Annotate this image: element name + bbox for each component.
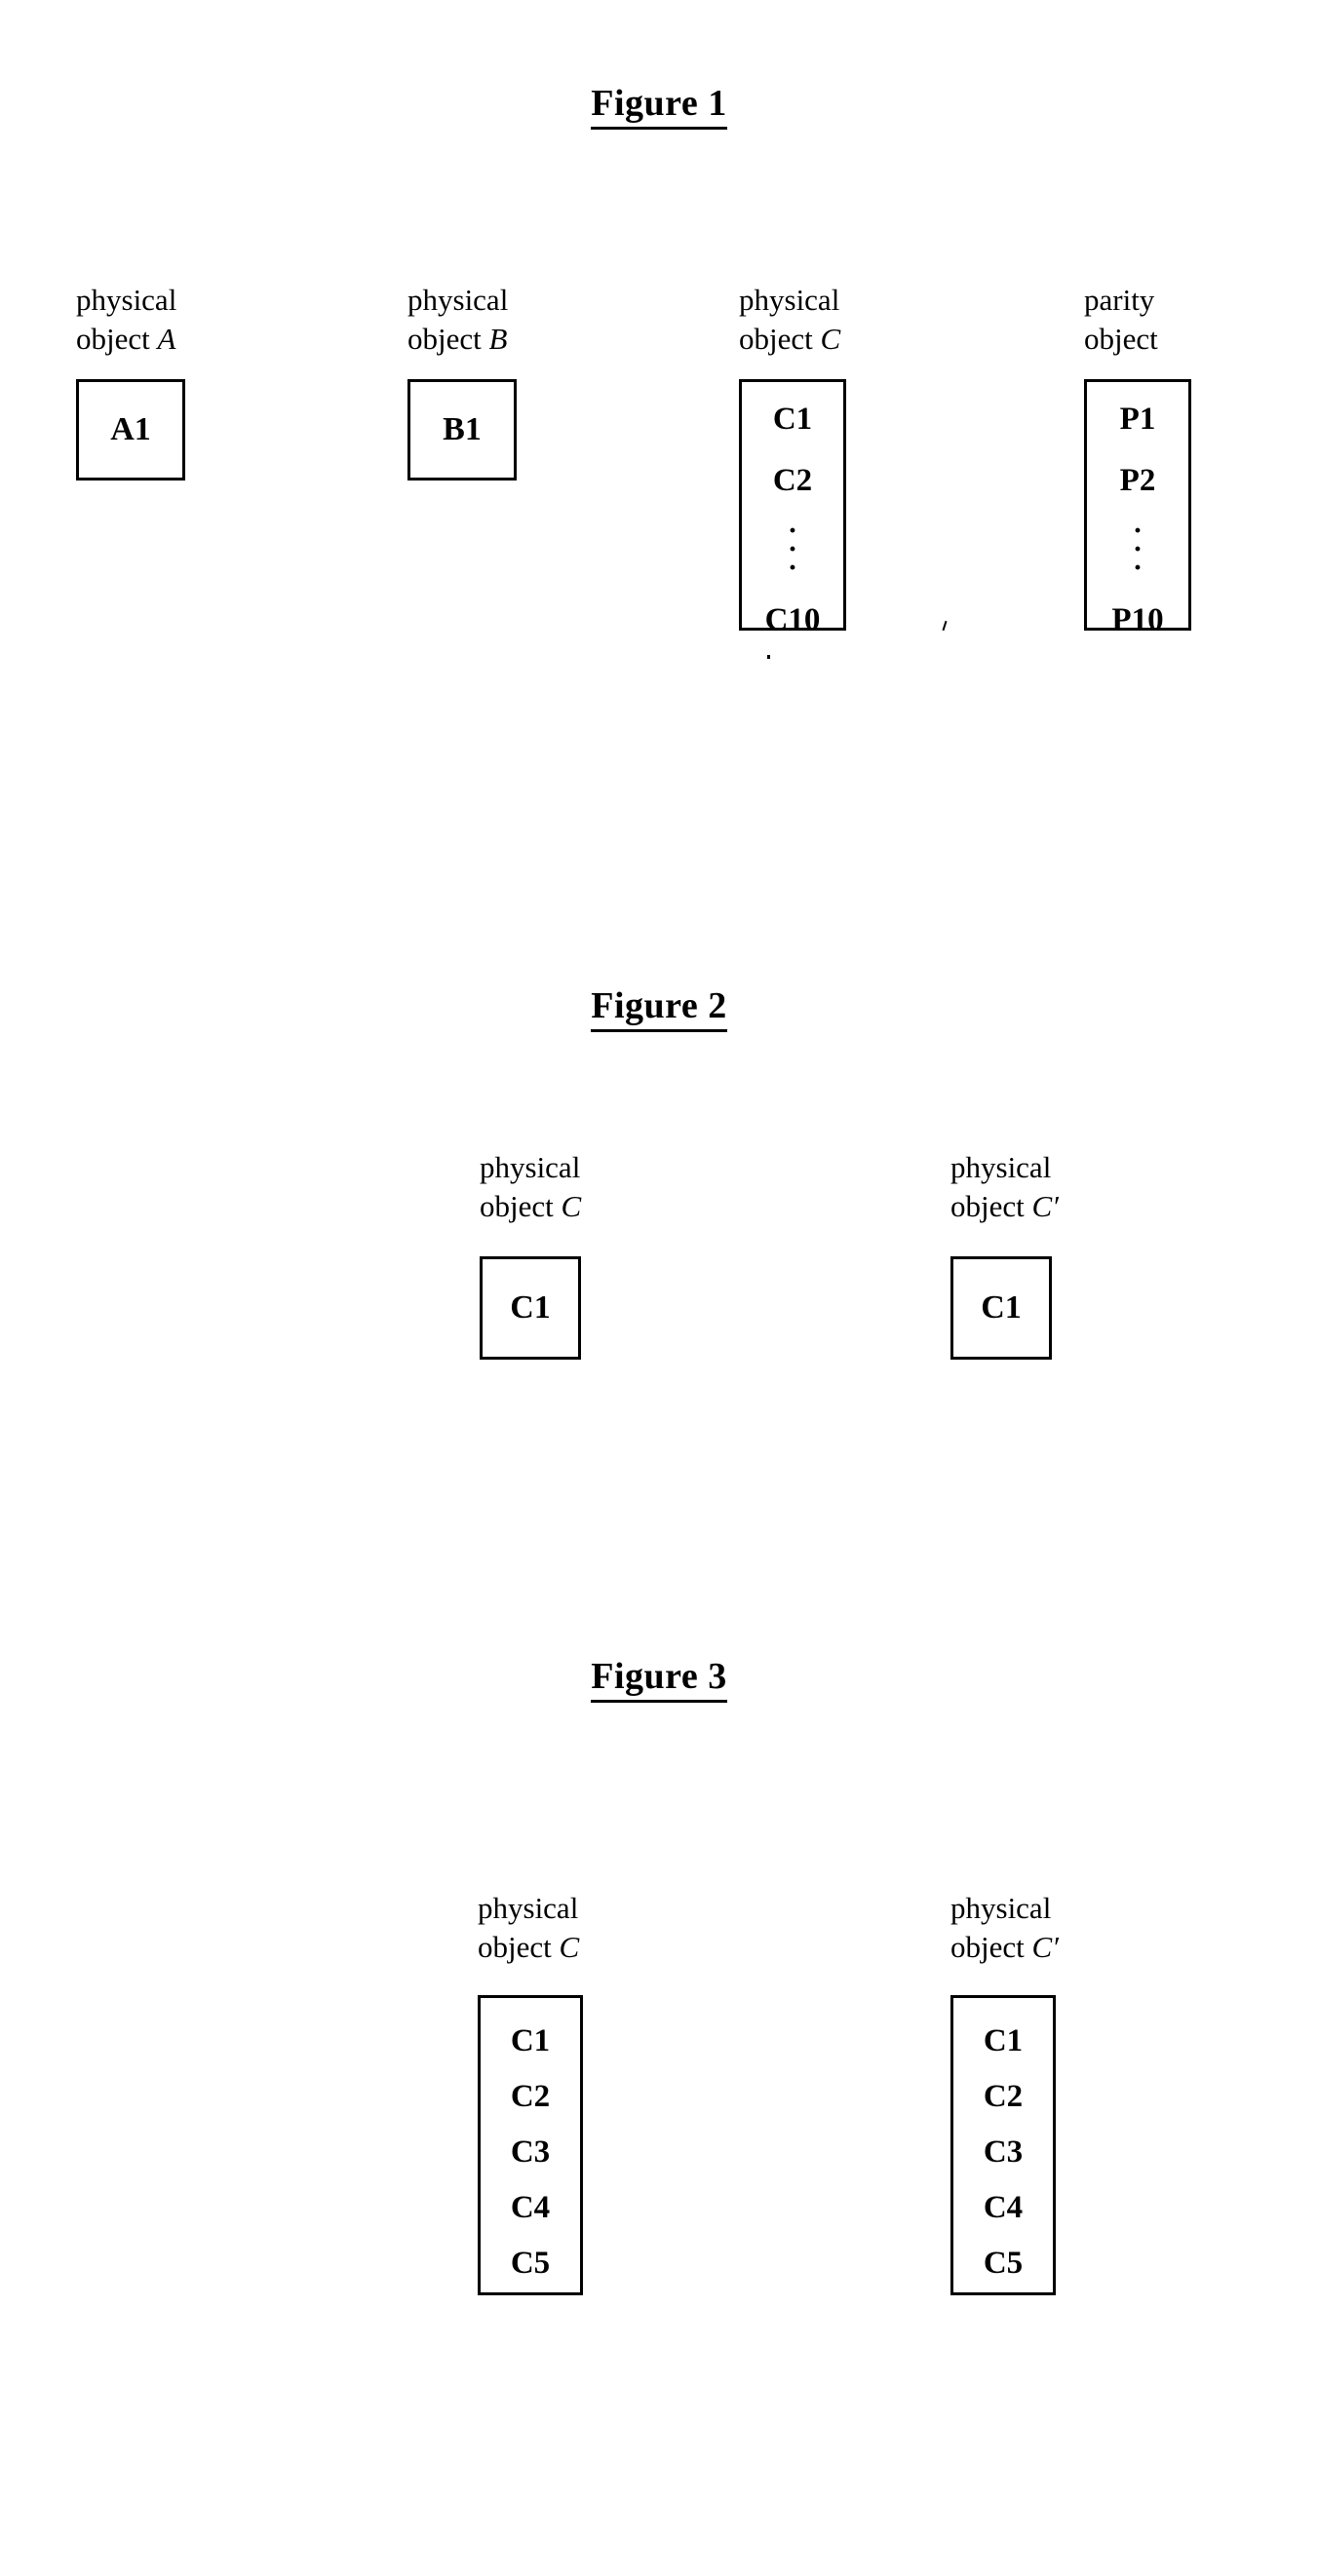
figure-1-label-object-a: physical object A	[76, 281, 261, 358]
figure-1-label-object-c: physical object C	[739, 281, 934, 358]
figure-1-label-parity-object-line1: parity	[1084, 283, 1155, 317]
figure-1-label-object-b-line1: physical	[407, 283, 509, 317]
figure-2-title: Figure 2	[0, 984, 1318, 1032]
figure-1-box-parity-object-cell-2: P2	[1119, 463, 1156, 499]
figure-2-label-object-c-line1: physical	[480, 1150, 581, 1184]
figure-1-box-parity-object: P1 P2 · · · P10	[1084, 379, 1191, 636]
figure-1-label-object-b: physical object B	[407, 281, 593, 358]
figure-3-column-object-c-prime: physical object C′ C1 C2 C3 C4 C5	[950, 1889, 1155, 2296]
figure-3-label-object-c-line2: object C	[478, 1929, 580, 1964]
figure-1-label-object-c-line2: object C	[739, 321, 841, 356]
figure-1-box-parity-object-vertical-ellipsis-icon: · · ·	[1132, 515, 1143, 584]
figure-2-label-object-c-prime-line2: object C′	[950, 1188, 1059, 1223]
figure-1-box-object-a: A1	[76, 379, 185, 481]
figure-2-box-object-c: C1	[480, 1256, 581, 1361]
figure-2-label-object-c-prime-line1: physical	[950, 1150, 1052, 1184]
figure-3-label-object-c-line1: physical	[478, 1891, 579, 1925]
figure-2-label-object-c-prime: physical object C′	[950, 1148, 1145, 1225]
figure-1-label-object-b-line2: object B	[407, 321, 508, 356]
figure-3-label-object-c-prime-line1: physical	[950, 1891, 1052, 1925]
figure-1-box-object-c-vertical-ellipsis-icon: · · ·	[787, 515, 797, 584]
figure-3-box-object-c-prime-cell-2: C2	[983, 2079, 1024, 2115]
figure-1-column-object-b: physical object B B1	[407, 281, 593, 481]
figure-3-box-object-c-cell-2: C2	[510, 2079, 551, 2115]
figure-1-column-parity-object: parity object P1 P2 · · · P10	[1084, 281, 1279, 636]
figure-3-box-object-c-prime-cell-5: C5	[983, 2246, 1024, 2282]
figure-1-title: Figure 1	[0, 82, 1318, 130]
figure-1-label-object-c-line1: physical	[739, 283, 840, 317]
figure-1-box-object-a-cell-1: A1	[110, 411, 151, 448]
figure-1-label-object-a-line2: object A	[76, 321, 176, 356]
figure-2-box-object-c-prime-cell-1: C1	[981, 1289, 1022, 1326]
figure-1-title-text: Figure 1	[591, 82, 727, 130]
figure-3-column-object-c: physical object C C1 C2 C3 C4 C5	[478, 1889, 682, 2296]
figure-1-label-parity-object-line2: object	[1084, 321, 1158, 356]
figure-1-box-parity-object-cell-3: P10	[1111, 602, 1164, 638]
figure-2-box-object-c-cell-1: C1	[510, 1289, 551, 1326]
figure-3-box-object-c-cell-5: C5	[510, 2246, 551, 2282]
figure-3-box-object-c-prime-cell-1: C1	[983, 2023, 1024, 2059]
figure-3-box-object-c-cell-3: C3	[510, 2134, 551, 2171]
figure-1-label-parity-object: parity object	[1084, 281, 1279, 358]
figure-3-box-object-c-cell-1: C1	[510, 2023, 551, 2059]
figure-2-box-object-c-prime: C1	[950, 1256, 1052, 1361]
figure-1-box-parity-object-cell-1: P1	[1119, 402, 1156, 438]
figure-1-box-object-b: B1	[407, 379, 517, 481]
figure-3-label-object-c-prime: physical object C′	[950, 1889, 1155, 1966]
figure-2-label-object-c-line2: object C	[480, 1188, 582, 1223]
figure-3-box-object-c-prime-cell-4: C4	[983, 2190, 1024, 2226]
figure-3-title-text: Figure 3	[591, 1655, 727, 1703]
figure-1-label-object-a-line1: physical	[76, 283, 177, 317]
figure-1-column-object-c: physical object C C1 C2 · · · C10	[739, 281, 934, 636]
figure-1-box-object-b-cell-1: B1	[443, 411, 482, 448]
scan-speck-2	[942, 620, 948, 632]
figure-3-box-object-c-prime: C1 C2 C3 C4 C5	[950, 1995, 1056, 2296]
figure-3-box-object-c: C1 C2 C3 C4 C5	[478, 1995, 583, 2296]
figure-2-label-object-c: physical object C	[480, 1148, 675, 1225]
figure-3-box-object-c-prime-cell-3: C3	[983, 2134, 1024, 2171]
figure-1-column-object-a: physical object A A1	[76, 281, 261, 481]
figure-1-box-object-c-cell-2: C2	[772, 463, 813, 499]
figure-3-title: Figure 3	[0, 1655, 1318, 1703]
scan-speck-1	[767, 655, 770, 659]
figure-1-box-object-c-cell-3: C10	[764, 602, 821, 638]
figure-1-box-object-c-cell-1: C1	[772, 402, 813, 438]
figure-3-box-object-c-cell-4: C4	[510, 2190, 551, 2226]
figure-2-column-object-c-prime: physical object C′ C1	[950, 1148, 1145, 1361]
figure-2-title-text: Figure 2	[591, 984, 727, 1032]
figure-1-box-object-c: C1 C2 · · · C10	[739, 379, 846, 636]
figure-2-column-object-c: physical object C C1	[480, 1148, 675, 1361]
figure-3-label-object-c-prime-line2: object C′	[950, 1929, 1059, 1964]
figure-3-label-object-c: physical object C	[478, 1889, 682, 1966]
